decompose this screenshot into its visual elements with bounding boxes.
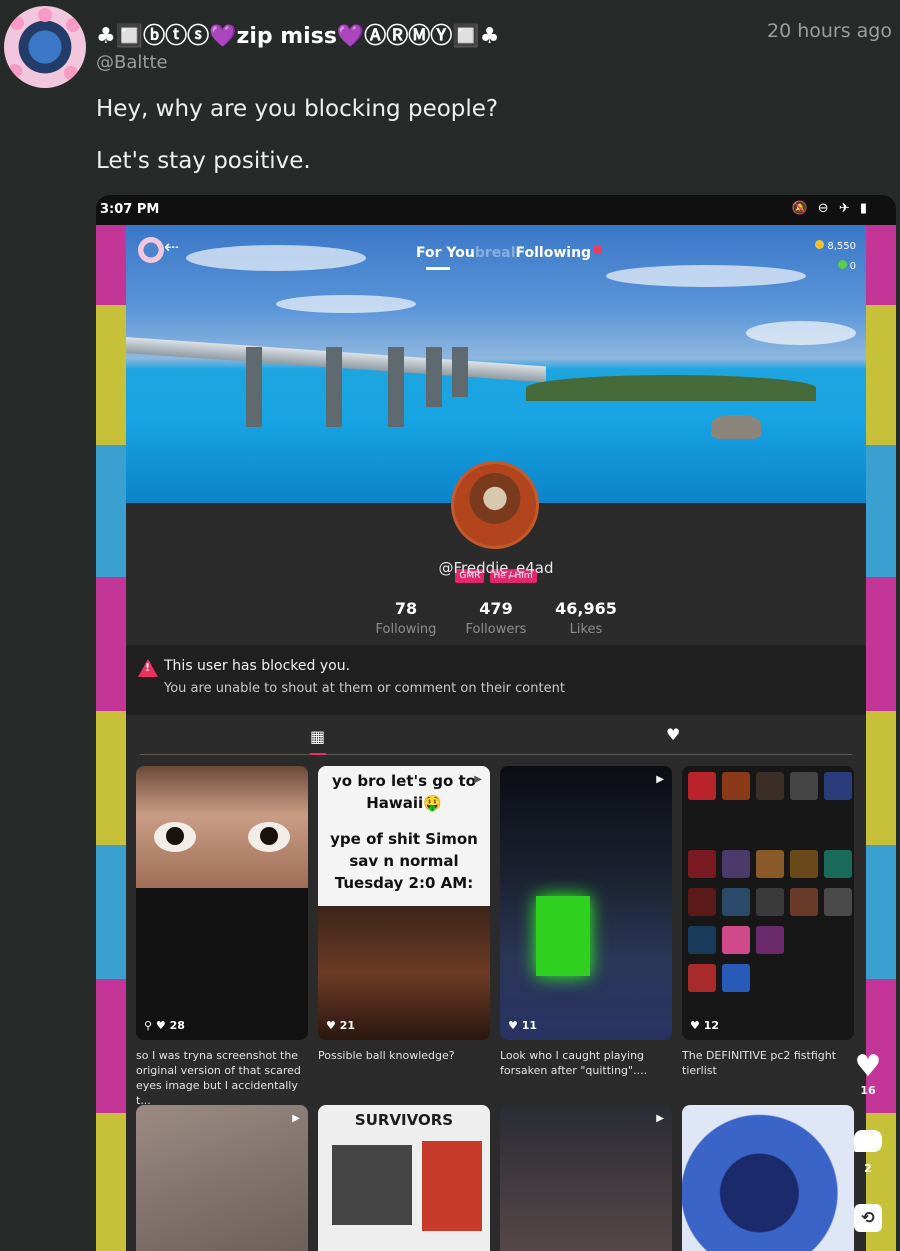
status-icons: 🔕 ⊖ ✈ ▮ [791, 201, 870, 216]
like-count: 16 [860, 1084, 876, 1097]
tab-overlap-text: breal [474, 245, 516, 261]
border-stripe [866, 305, 896, 445]
attached-screenshot[interactable]: 3:07 PM 🔕 ⊖ ✈ ▮ ⇠ For YoubrealFollowing … [96, 195, 896, 1251]
card-overlay-text: SURVIVORS [354, 1111, 454, 1129]
stat-following[interactable]: 78 Following [356, 599, 456, 637]
play-icon: ▶ [292, 1113, 300, 1124]
stat-followers[interactable]: 479 Followers [446, 599, 546, 637]
post-card[interactable]: yo bro let's go to Hawaii🤑 ype of shit S… [318, 766, 490, 1040]
warning-icon: ! [138, 659, 158, 677]
card-overlay-text: ype of shit Simon sav n normal Tuesday 2… [330, 830, 478, 892]
profile-page: ⇠ For YoubrealFollowing 8,550 0 GMR He /… [126, 225, 866, 1251]
blocked-notice: ! This user has blocked you. You are una… [126, 645, 866, 715]
border-stripe [96, 845, 126, 979]
border-stripe [96, 445, 126, 577]
border-stripe [96, 305, 126, 445]
comment-count: 2 [864, 1162, 872, 1175]
card-likes: ♥ 11 [508, 1019, 538, 1032]
border-stripe [866, 845, 896, 979]
play-icon: ▶ [656, 1113, 664, 1124]
card-caption: The DEFINITIVE pc2 fistfight tierlist [682, 1049, 837, 1077]
notification-dot [593, 245, 603, 254]
heart-icon[interactable]: ♥ [666, 725, 680, 744]
stat-label: Likes [569, 622, 603, 637]
like-action[interactable]: ♥ 16 [851, 1049, 885, 1098]
post-text-line: Let's stay positive. [96, 148, 311, 174]
border-stripe [866, 225, 896, 305]
post-card[interactable]: SURVIVORS [318, 1105, 490, 1251]
author-username[interactable]: ♣🔲ⓑⓣⓢ💜zip miss💜ⒶⓇⓂⓎ🔲♣ [96, 18, 499, 50]
card-overlay-text: yo bro let's go to Hawaii🤑 [332, 772, 476, 812]
card-likes: ♥ 21 [326, 1019, 356, 1032]
comment-icon [854, 1130, 882, 1152]
heart-icon: ♥ [854, 1049, 882, 1084]
card-likes: ♥ 12 [690, 1019, 720, 1032]
profile-handle: @Freddie_e4ad [438, 559, 554, 577]
back-icon[interactable]: ⇠ [164, 237, 179, 258]
status-time: 3:07 PM [100, 202, 160, 217]
repost-action[interactable]: ⟲ [851, 1204, 885, 1232]
stat-value: 78 [394, 599, 418, 618]
repost-icon: ⟲ [854, 1204, 882, 1232]
stat-value: 479 [479, 599, 513, 618]
border-stripe [96, 979, 126, 1113]
author-handle[interactable]: @Baltte [96, 52, 168, 73]
stat-value: 46,965 [555, 599, 617, 618]
phone-status-bar: 3:07 PM 🔕 ⊖ ✈ ▮ [96, 195, 896, 225]
border-stripe [866, 711, 896, 845]
post-timestamp: 20 hours ago [766, 20, 892, 42]
post-card[interactable]: ⚲ ♥ 28 [136, 766, 308, 1040]
play-icon: ▶ [474, 774, 482, 785]
currency-counter[interactable]: 8,550 0 [815, 237, 856, 277]
author-avatar[interactable] [4, 6, 86, 88]
border-stripe [866, 577, 896, 711]
post-card[interactable] [682, 1105, 854, 1251]
user-avatar-small[interactable] [138, 237, 164, 263]
card-caption: so I was tryna screenshot the original v… [136, 1049, 301, 1107]
tab-following[interactable]: Following [516, 245, 592, 261]
border-stripe [96, 1113, 126, 1251]
post-card[interactable]: ▶ ♥ 11 [500, 766, 672, 1040]
border-stripe [866, 445, 896, 577]
gem-count: 0 [849, 261, 856, 272]
active-tab-underline [310, 753, 326, 755]
border-stripe [96, 225, 126, 305]
card-likes: ⚲ ♥ 28 [144, 1019, 185, 1032]
gem-icon [837, 260, 847, 269]
stat-label: Following [375, 622, 437, 637]
stat-likes[interactable]: 46,965 Likes [536, 599, 636, 637]
post-card[interactable]: ▶ [500, 1105, 672, 1251]
grid-icon[interactable]: ▦ [310, 727, 325, 746]
border-stripe [96, 577, 126, 711]
card-caption: Possible ball knowledge? [318, 1049, 455, 1062]
post-text-line: Hey, why are you blocking people? [96, 96, 499, 122]
comment-action[interactable]: 2 [851, 1130, 885, 1175]
content-tabs: ▦ ♥ [140, 717, 852, 755]
border-stripe [96, 711, 126, 845]
play-icon: ▶ [656, 774, 664, 785]
coin-icon [815, 240, 825, 249]
coin-count: 8,550 [827, 241, 856, 252]
post-card[interactable]: ♥ 12 [682, 766, 854, 1040]
post-card[interactable]: ▶ [136, 1105, 308, 1251]
stat-label: Followers [465, 622, 527, 637]
active-tab-underline [426, 267, 450, 270]
card-caption: Look who I caught playing forsaken after… [500, 1049, 648, 1077]
profile-avatar[interactable] [451, 461, 539, 549]
tab-for-you[interactable]: For You [416, 245, 475, 261]
blocked-title: This user has blocked you. [164, 658, 351, 674]
feed-tabs: For YoubrealFollowing [416, 245, 603, 270]
blocked-subtitle: You are unable to shout at them or comme… [164, 681, 565, 696]
